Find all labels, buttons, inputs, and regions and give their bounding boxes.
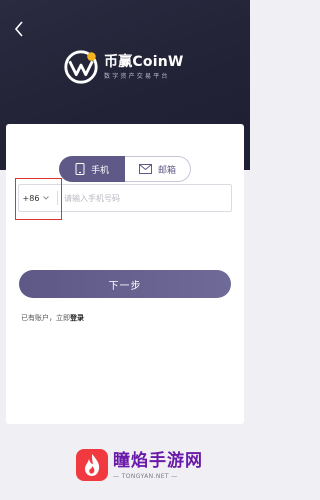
brand-slogan: 数字资产交易平台 — [104, 72, 170, 80]
back-arrow-icon — [14, 21, 23, 37]
login-link[interactable]: 登录 — [70, 314, 84, 322]
phone-icon — [75, 163, 85, 175]
login-prompt: 已有账户，立即登录 — [21, 313, 84, 323]
coinw-logo-icon — [64, 50, 98, 84]
login-card: 手机 邮箱 +86 下一步 已有账户，立即登录 — [6, 124, 244, 424]
tab-email[interactable]: 邮箱 — [125, 156, 191, 182]
login-prompt-text: 已有账户，立即 — [21, 314, 70, 322]
phone-number-input[interactable] — [58, 184, 231, 212]
country-code-highlight — [15, 178, 62, 220]
app-logo: 币赢CoinW 数字资产交易平台 — [62, 47, 184, 87]
flame-logo-icon — [76, 449, 108, 481]
tab-email-label: 邮箱 — [157, 165, 176, 176]
mail-icon — [138, 164, 152, 174]
login-method-tabs: 手机 邮箱 — [59, 156, 191, 182]
watermark-url: — TONGYAN.NET — — [113, 472, 178, 480]
brand-name: 币赢CoinW — [104, 53, 184, 70]
watermark: 瞳焰手游网 — TONGYAN.NET — — [75, 448, 203, 482]
watermark-title: 瞳焰手游网 — [113, 450, 203, 471]
next-button[interactable]: 下一步 — [19, 270, 231, 298]
tab-phone[interactable]: 手机 — [59, 156, 125, 182]
back-button[interactable] — [8, 18, 30, 40]
tab-phone-label: 手机 — [90, 165, 109, 176]
